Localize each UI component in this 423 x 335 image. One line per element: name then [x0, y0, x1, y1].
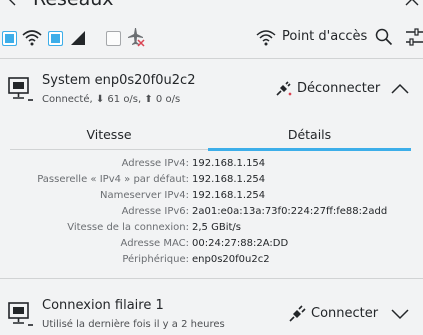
detail-label: Vitesse de la connexion: — [67, 222, 189, 233]
connect-button[interactable]: Connecter — [311, 306, 378, 321]
detail-label: Périphérique: — [122, 254, 189, 265]
detail-label: Adresse IPv4: — [121, 158, 189, 169]
detail-value: 192.168.1.154 — [192, 158, 266, 169]
detail-label: Passerelle « IPv4 » par défaut: — [37, 174, 189, 185]
wired-network-icon — [8, 76, 34, 102]
active-tab-indicator — [208, 148, 411, 151]
hotspot-button-label[interactable]: Point d'accès — [282, 29, 367, 44]
search-icon[interactable] — [375, 28, 395, 48]
detail-value: 2,5 GBit/s — [192, 222, 241, 233]
detail-value: 00:24:27:88:2A:DD — [192, 238, 289, 249]
back-arrow-icon[interactable] — [6, 0, 20, 6]
detail-value: 192.168.1.254 — [192, 174, 266, 185]
detail-label: Adresse IPv6: — [121, 206, 189, 217]
connection-status: Connecté, ⬇ 61 o/s, ⬆ 0 o/s — [42, 94, 181, 105]
close-icon[interactable] — [405, 0, 419, 6]
applet-header: Réseaux Point d'accès — [0, 0, 423, 58]
tab-bar-line — [10, 149, 208, 150]
detail-value: 192.168.1.254 — [192, 190, 266, 201]
airplane-mode-icon[interactable] — [126, 27, 146, 47]
wireless-toggle-checkbox[interactable] — [48, 31, 63, 46]
tab-details[interactable]: Détails — [208, 127, 411, 142]
disconnect-button[interactable]: Déconnecter — [297, 81, 380, 96]
chevron-down-icon[interactable] — [390, 307, 410, 321]
chevron-up-icon[interactable] — [390, 82, 410, 96]
wired-toggle-checkbox[interactable] — [2, 31, 17, 46]
wifi-icon — [22, 27, 42, 47]
detail-value: 2a01:e0a:13a:73f0:224:27ff:fe88:2add — [192, 206, 388, 217]
detail-value: enp0s20f0u2c2 — [192, 254, 270, 265]
disconnect-plug-icon[interactable] — [274, 80, 292, 98]
detail-label: Nameserver IPv4: — [100, 190, 189, 201]
mobile-toggle-checkbox[interactable] — [106, 31, 121, 46]
hotspot-wifi-icon[interactable] — [256, 27, 276, 47]
connection-last-used: Utilisé la dernière fois il y a 2 heures — [42, 319, 225, 330]
wired-network-icon — [8, 301, 34, 327]
connection-name: System enp0s20f0u2c2 — [42, 73, 196, 88]
connect-plug-icon[interactable] — [288, 305, 306, 323]
page-title: Réseaux — [33, 0, 114, 10]
tab-speed[interactable]: Vitesse — [10, 127, 208, 142]
connection-name: Connexion filaire 1 — [42, 298, 164, 313]
card-separator — [0, 278, 423, 279]
detail-label: Adresse MAC: — [120, 238, 189, 249]
mobile-signal-icon — [68, 27, 88, 47]
configure-icon[interactable] — [406, 27, 423, 47]
